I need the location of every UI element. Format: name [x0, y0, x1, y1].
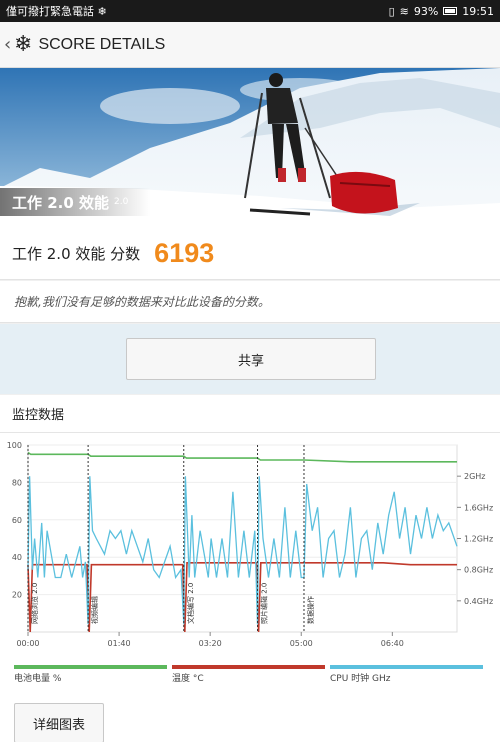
share-button[interactable]: 共享	[126, 338, 376, 380]
y-right-tick-label: 1.6GHz	[464, 503, 493, 512]
clock: 19:51	[462, 4, 494, 18]
y-right-tick-label: 1.2GHz	[464, 535, 493, 544]
comparison-notice: 抱歉,我们没有足够的数据来对比此设备的分数。	[0, 281, 500, 323]
test-marker-label: 视频编辑	[90, 596, 99, 624]
x-tick-label: 05:00	[290, 639, 313, 648]
monitor-title: 监控数据	[0, 395, 500, 433]
x-tick-label: 01:40	[108, 639, 131, 648]
status-bar: 僅可撥打緊急電話 ❄ ▯ ≋ 93% 19:51	[0, 0, 500, 22]
legend-label: 电池电量 %	[14, 674, 62, 684]
detailed-chart-button[interactable]: 详细图表	[14, 703, 104, 742]
vibrate-icon: ▯	[388, 4, 395, 18]
page-title: SCORE DETAILS	[38, 35, 166, 53]
score-card: 工作 2.0 效能 分数 6193	[0, 228, 500, 280]
legend-label: 温度 °C	[172, 674, 204, 684]
app-bar: ‹ ❄ SCORE DETAILS	[0, 22, 500, 68]
test-marker-label: 照片编辑 2.0	[260, 583, 269, 624]
battery-icon	[443, 7, 458, 15]
wifi-icon: ≋	[399, 4, 409, 18]
x-tick-label: 06:40	[381, 639, 404, 648]
legend-swatch	[172, 665, 325, 669]
status-icons: ▯ ≋ 93% 19:51	[389, 5, 494, 18]
y-left-tick-label: 60	[12, 516, 22, 525]
monitor-section: 监控数据 100 80 60 40 20 2GHz 1.6GHz 1.2GHz 0.8GHz 0.…	[0, 395, 500, 742]
chart-legend: 电池电量 % 温度 °C CPU 时钟 GHz	[0, 665, 500, 687]
legend-swatch	[330, 665, 483, 669]
legend-swatch	[14, 665, 167, 669]
x-tick-label: 03:20	[199, 639, 222, 648]
y-left-tick-label: 40	[12, 553, 22, 562]
hero-banner: 工作 2.0 效能 2.0	[0, 68, 500, 228]
chevron-left-icon[interactable]: ‹	[4, 34, 14, 55]
x-tick-label: 00:00	[16, 639, 39, 648]
legend-item: 电池电量 %	[14, 665, 167, 685]
share-section: 共享	[0, 324, 500, 394]
legend-item: CPU 时钟 GHz	[330, 665, 483, 685]
hero-label: 工作 2.0 效能 2.0	[0, 188, 150, 216]
hero-version: 2.0	[114, 197, 129, 207]
test-marker-label: 文档编写 2.0	[186, 583, 195, 624]
y-right-tick-label: 0.8GHz	[464, 566, 493, 575]
test-marker-label: 网络浏览 2.0	[30, 583, 39, 624]
score-value: 6193	[154, 238, 215, 268]
battery-percent: 93%	[413, 4, 439, 18]
monitor-chart: 100 80 60 40 20 2GHz 1.6GHz 1.2GHz 0.8GHz 0.4GHz 0…	[7, 441, 493, 648]
y-left-tick-label: 20	[12, 591, 22, 600]
y-right-tick-label: 2GHz	[464, 472, 486, 481]
y-left-tick-label: 100	[7, 441, 22, 450]
y-left-tick-label: 80	[12, 478, 22, 487]
hero-title: 工作 2.0 效能	[12, 193, 110, 212]
score-label: 工作 2.0 效能 分数	[12, 245, 141, 263]
y-right-tick-label: 0.4GHz	[464, 597, 493, 606]
legend-item: 温度 °C	[172, 665, 325, 685]
emergency-calls-text: 僅可撥打緊急電話 ❄	[6, 5, 107, 18]
test-marker-label: 数据操作	[306, 596, 315, 624]
snowflake-logo-icon: ❄	[14, 32, 33, 57]
legend-label: CPU 时钟 GHz	[330, 674, 391, 684]
